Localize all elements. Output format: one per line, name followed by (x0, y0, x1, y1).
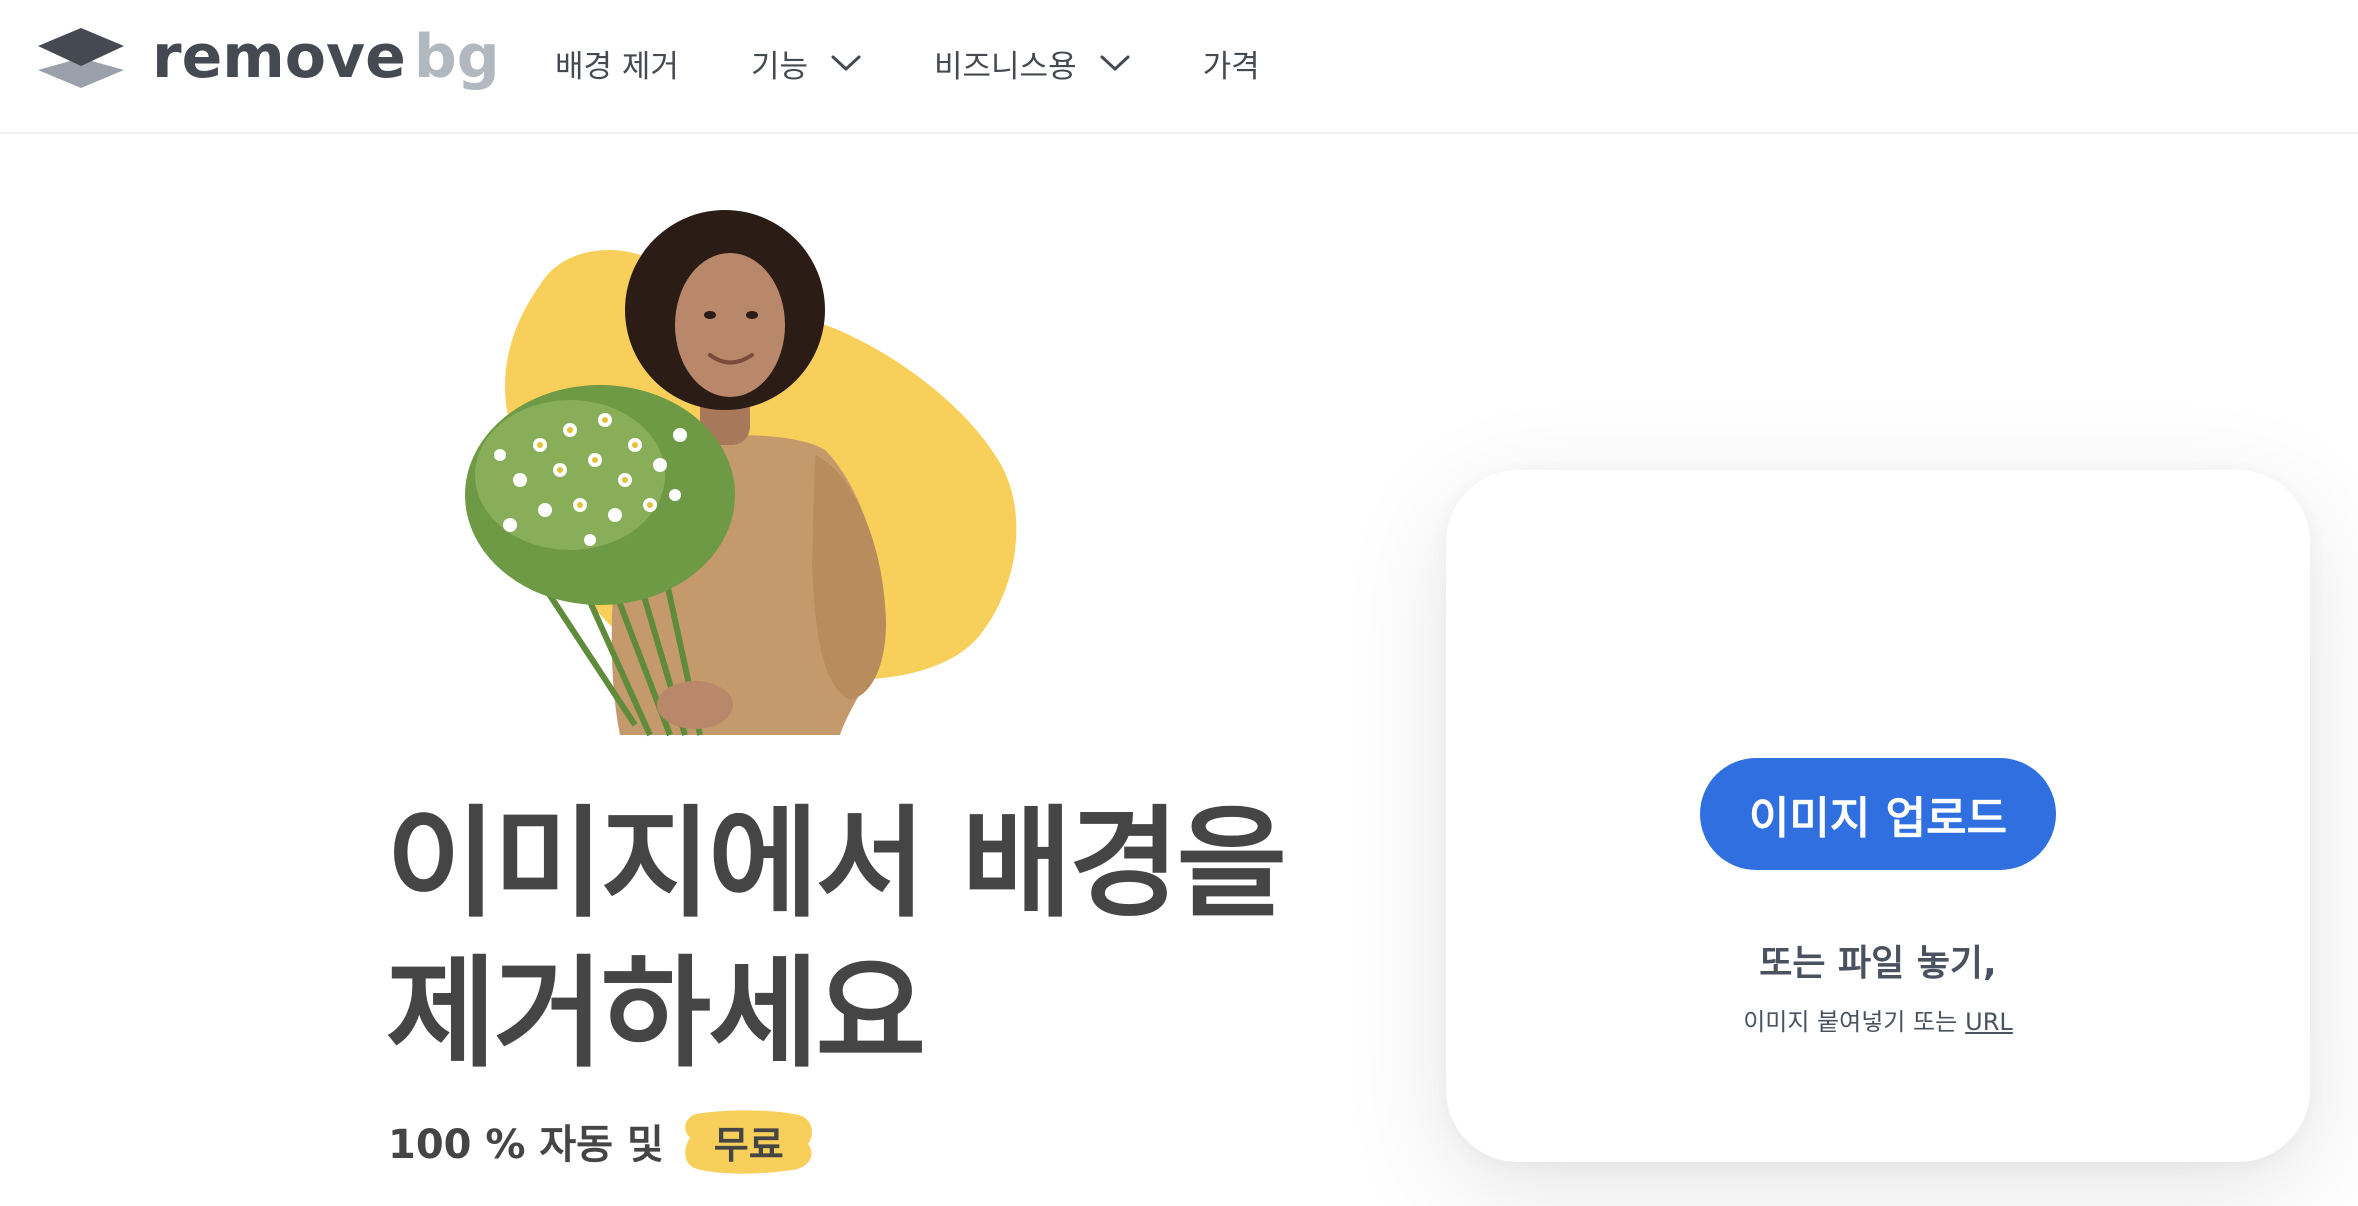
main-nav: 배경 제거 기능 비즈니스용 가격 (555, 38, 1260, 88)
site-header: remove bg 배경 제거 기능 비즈니스용 가격 (0, 0, 2358, 134)
nav-item-remove-bg[interactable]: 배경 제거 (555, 38, 679, 88)
nav-item-label: 기능 (750, 48, 808, 85)
paste-hint-text: 이미지 붙여넣기 또는 (1743, 1008, 1958, 1036)
upload-image-button[interactable]: 이미지 업로드 (1700, 758, 2056, 870)
logo-word-remove: remove (152, 22, 406, 92)
upload-card[interactable]: 이미지 업로드 또는 파일 놓기, 이미지 붙여넣기 또는 URL (1446, 470, 2310, 1162)
nav-item-business[interactable]: 비즈니스용 (934, 38, 1131, 88)
chevron-down-icon (831, 55, 861, 71)
url-link[interactable]: URL (1965, 1008, 2013, 1036)
free-badge: 무료 (682, 1106, 816, 1176)
layers-logo-icon (38, 28, 124, 88)
nav-item-features[interactable]: 기능 (751, 38, 862, 88)
logo-wordmark: remove bg (152, 27, 500, 87)
hand-shape (657, 681, 733, 729)
nav-item-label: 배경 제거 (555, 48, 679, 85)
logo[interactable]: remove bg (36, 26, 500, 92)
chevron-down-icon (1100, 55, 1130, 71)
drop-file-text: 또는 파일 놓기, (1759, 943, 1997, 984)
subtitle-text: 100 % 자동 및 (388, 1122, 664, 1168)
nav-item-pricing[interactable]: 가격 (1203, 38, 1260, 88)
hero-subtitle: 100 % 자동 및 무료 (388, 1106, 816, 1176)
paste-hint: 이미지 붙여넣기 또는 URL (1446, 1002, 2310, 1037)
face-shape (675, 253, 785, 397)
eye-left (704, 311, 716, 319)
hero-image (465, 210, 1017, 737)
nav-item-label: 가격 (1202, 48, 1260, 85)
eye-right (746, 311, 758, 319)
badge-label: 무료 (713, 1122, 784, 1167)
page-title: 이미지에서 배경을 제거하세요 (386, 795, 1287, 1084)
nav-item-label: 비즈니스용 (933, 48, 1077, 85)
logo-word-bg: bg (413, 22, 500, 92)
